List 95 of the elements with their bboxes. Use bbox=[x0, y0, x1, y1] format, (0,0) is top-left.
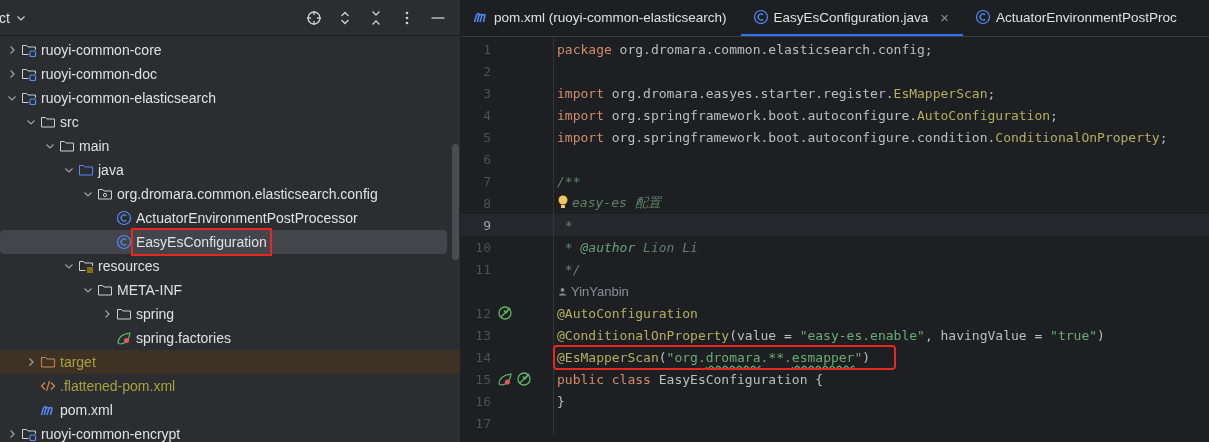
module-folder-icon bbox=[21, 90, 37, 106]
tree-row[interactable]: org.dromara.common.elasticsearch.config bbox=[0, 182, 447, 206]
tree-row[interactable]: .flattened-pom.xml bbox=[0, 374, 447, 398]
file-name: ruoyi-common-doc bbox=[40, 65, 158, 84]
panel-title[interactable]: ct bbox=[0, 9, 10, 26]
folder-icon bbox=[59, 138, 75, 154]
folder-icon bbox=[116, 306, 132, 322]
chevron-icon[interactable] bbox=[64, 261, 74, 271]
class-icon bbox=[116, 234, 132, 250]
chevron-icon[interactable] bbox=[26, 357, 36, 367]
bean-icon[interactable] bbox=[497, 305, 513, 321]
code-line: package org.dromara.common.elasticsearch.config; bbox=[557, 40, 934, 59]
author-hint[interactable]: YinYanbin bbox=[558, 283, 629, 299]
file-name: ruoyi-common-core bbox=[40, 41, 163, 60]
chevron-icon[interactable] bbox=[7, 45, 17, 55]
tree-row[interactable]: java bbox=[0, 158, 447, 182]
code-line: public class EasyEsConfiguration { bbox=[557, 370, 825, 389]
file-name: .flattened-pom.xml bbox=[59, 377, 177, 396]
scrollbar-thumb[interactable] bbox=[452, 144, 459, 260]
code-line: @ConditionalOnProperty(value = "easy-es.enable", havingValue = "true") bbox=[557, 326, 1106, 345]
lightbulb-icon[interactable] bbox=[557, 194, 569, 210]
tree-row[interactable]: pom.xml bbox=[0, 398, 447, 422]
tree-row[interactable]: target bbox=[0, 350, 460, 374]
file-name: META-INF bbox=[116, 281, 184, 300]
folder-icon bbox=[97, 282, 113, 298]
code-line: @AutoConfiguration bbox=[557, 304, 699, 323]
author-name: YinYanbin bbox=[571, 283, 629, 299]
person-icon bbox=[558, 286, 567, 296]
file-name: main bbox=[78, 137, 111, 156]
class-icon bbox=[116, 210, 132, 226]
editor-tab[interactable]: EasyEsConfiguration.java × bbox=[740, 0, 963, 36]
tab-label: EasyEsConfiguration.java bbox=[773, 9, 929, 25]
tab-label: ActuatorEnvironmentPostProc bbox=[995, 9, 1177, 25]
code-line: */ bbox=[563, 260, 582, 279]
resources-folder-icon bbox=[78, 258, 94, 274]
tree-row[interactable]: ruoyi-common-elasticsearch bbox=[0, 86, 447, 110]
leaf-icon bbox=[116, 330, 132, 346]
class-icon bbox=[752, 9, 769, 25]
file-name: resources bbox=[97, 257, 161, 276]
xml-file-icon bbox=[40, 378, 56, 394]
code-line: import org.springframework.boot.autoconfigure.condition.ConditionalOnProperty; bbox=[557, 128, 1169, 147]
tree-row[interactable]: ActuatorEnvironmentPostProcessor bbox=[0, 206, 447, 230]
code-line: easy-es 配置 bbox=[557, 192, 667, 214]
file-name: spring bbox=[135, 305, 176, 324]
chevron-icon[interactable] bbox=[83, 189, 93, 199]
tree-row[interactable]: META-INF bbox=[0, 278, 447, 302]
code-line: import org.springframework.boot.autoconfigure.AutoConfiguration; bbox=[557, 106, 1059, 125]
code-line: * bbox=[563, 216, 574, 235]
bean-icon[interactable] bbox=[516, 371, 532, 387]
file-name: pom.xml bbox=[59, 401, 114, 420]
chevron-icon[interactable] bbox=[7, 69, 17, 79]
folder-icon bbox=[40, 354, 56, 370]
chevron-icon[interactable] bbox=[26, 117, 36, 127]
tree-row[interactable]: ruoyi-common-encrypt bbox=[0, 422, 447, 442]
close-button[interactable]: × bbox=[940, 8, 949, 26]
file-name: ActuatorEnvironmentPostProcessor bbox=[135, 209, 359, 228]
leaf-icon[interactable] bbox=[497, 371, 513, 387]
chevron-icon[interactable] bbox=[64, 165, 74, 175]
code-line: import org.dromara.easyes.starter.register.EsMapperScan; bbox=[557, 84, 997, 103]
file-name: target bbox=[59, 353, 97, 372]
tree-row[interactable]: main bbox=[0, 134, 447, 158]
code-line: * @author Lion Li bbox=[563, 238, 699, 257]
editor-tab[interactable]: ActuatorEnvironmentPostProc bbox=[962, 0, 1191, 36]
crosshair-icon[interactable] bbox=[306, 9, 322, 26]
module-folder-icon bbox=[21, 426, 37, 442]
package-folder-icon bbox=[97, 186, 113, 202]
editor-tab[interactable]: pom.xml (ruoyi-common-elasticsearch) bbox=[461, 0, 741, 36]
line-number: 9 bbox=[482, 217, 491, 233]
chevron-icon[interactable] bbox=[102, 309, 112, 319]
tree-row[interactable]: spring.factories bbox=[0, 326, 447, 350]
file-name: org.dromara.common.elasticsearch.config bbox=[116, 185, 379, 204]
chevron-icon[interactable] bbox=[7, 429, 17, 439]
file-name: java bbox=[97, 161, 125, 180]
tree-row[interactable]: EasyEsConfiguration bbox=[0, 230, 447, 254]
tree-row[interactable]: resources bbox=[0, 254, 447, 278]
tree-row[interactable]: src bbox=[0, 110, 447, 134]
file-name: spring.factories bbox=[135, 329, 232, 348]
file-name: ruoyi-common-elasticsearch bbox=[40, 89, 218, 108]
tab-label: pom.xml (ruoyi-common-elasticsearch) bbox=[494, 9, 727, 25]
file-name: ruoyi-common-encrypt bbox=[40, 425, 182, 442]
chevron-icon[interactable] bbox=[7, 93, 17, 103]
folder-icon bbox=[40, 114, 56, 130]
code-line: } bbox=[557, 392, 566, 411]
tree-row[interactable]: spring bbox=[0, 302, 447, 326]
chevron-icon[interactable] bbox=[83, 285, 93, 295]
file-name: src bbox=[59, 113, 80, 132]
module-folder-icon bbox=[21, 42, 37, 58]
code-line: /** bbox=[557, 172, 582, 191]
folder-icon bbox=[78, 162, 94, 178]
code-line: @EsMapperScan("org.dromara.**.esmapper") bbox=[555, 346, 895, 368]
tree-row[interactable]: ruoyi-common-doc bbox=[0, 62, 447, 86]
module-folder-icon bbox=[21, 66, 37, 82]
tree-row[interactable]: ruoyi-common-core bbox=[0, 38, 447, 62]
chevron-icon[interactable] bbox=[45, 141, 55, 151]
class-icon bbox=[974, 9, 991, 25]
